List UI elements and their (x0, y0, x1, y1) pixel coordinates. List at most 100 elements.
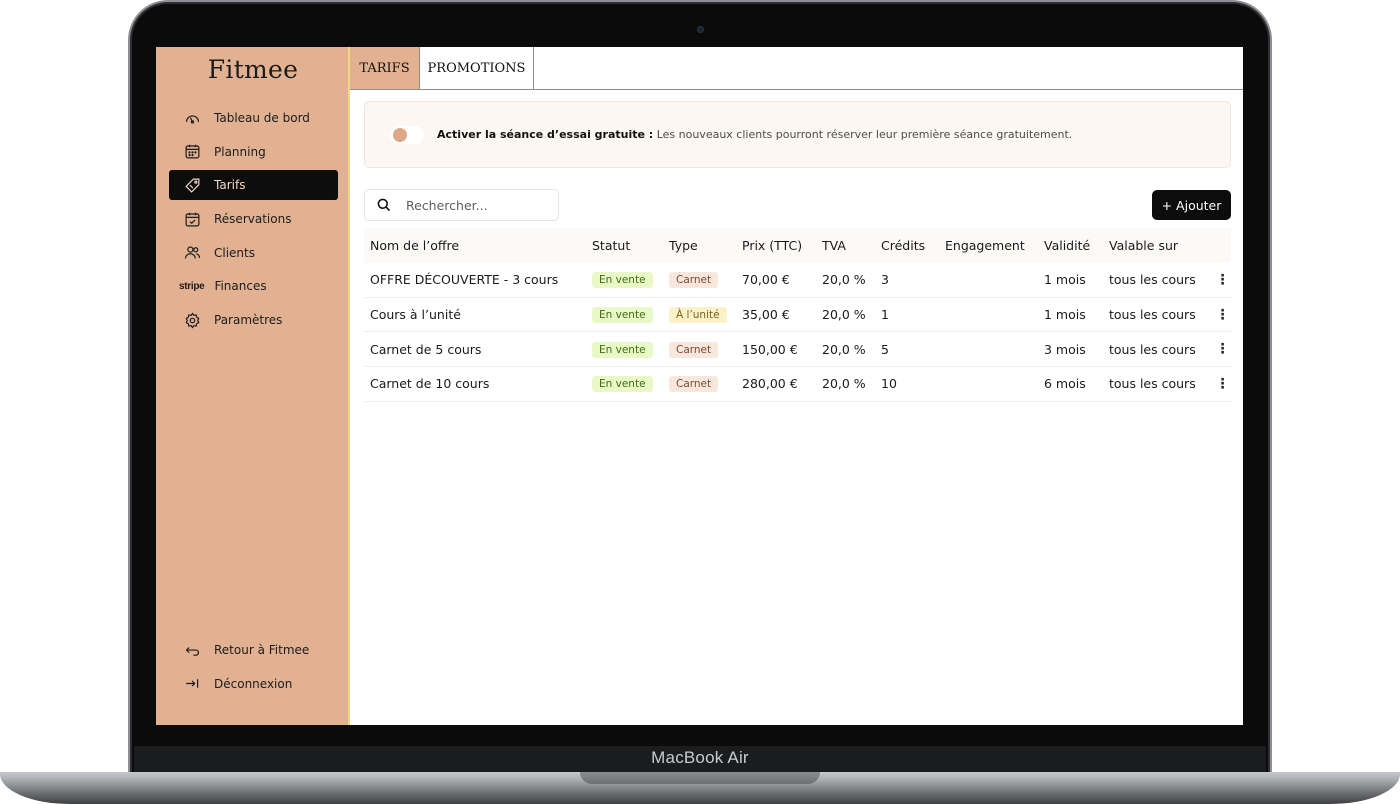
kebab-menu-icon: ⋮ (1215, 271, 1230, 288)
sidebar-item-label: Réservations (214, 212, 292, 227)
offer-price: 35,00 € (742, 307, 790, 323)
row-menu-button[interactable]: ⋮ (1208, 342, 1231, 356)
sidebar-item-label: Déconnexion (214, 676, 293, 691)
kebab-menu-icon: ⋮ (1215, 341, 1230, 358)
column-header-status[interactable]: Statut (586, 238, 663, 253)
row-menu-button[interactable]: ⋮ (1208, 308, 1231, 322)
status-cell: En vente (586, 341, 663, 358)
sidebar-item-logout[interactable]: Déconnexion (169, 669, 338, 699)
offer-price: 150,00 € (742, 341, 798, 357)
toggle-knob (393, 127, 407, 142)
column-header-name[interactable]: Nom de l’offre (364, 238, 586, 253)
offer-credits: 1 (881, 307, 889, 323)
status-badge: En vente (592, 272, 653, 289)
type-cell: Carnet (663, 341, 736, 358)
sidebar-item-label: Planning (214, 144, 266, 159)
free-trial-panel: Activer la séance d’essai gratuite : Les… (364, 101, 1231, 168)
type-badge: Carnet (669, 341, 719, 358)
type-cell: Carnet (663, 271, 736, 289)
sidebar-item-tarifs[interactable]: Tarifs (169, 170, 338, 201)
free-trial-toggle[interactable] (390, 125, 424, 144)
sidebar-nav: Tableau de bord Planning Tarifs Réservat… (169, 103, 338, 339)
sidebar: Fitmee Tableau de bord Planning Tarifs R… (156, 47, 350, 725)
status-badge: En vente (592, 307, 653, 324)
sidebar-item-parametres[interactable]: Paramètres (169, 305, 338, 335)
app-logo: Fitmee (207, 55, 299, 84)
status-cell: En vente (586, 306, 663, 324)
table-row[interactable]: OFFRE DÉCOUVERTE - 3 cours En vente Carn… (364, 263, 1231, 298)
column-header-vat[interactable]: TVA (816, 238, 875, 253)
sidebar-item-label: Clients (214, 245, 255, 260)
table-row[interactable]: Carnet de 10 cours En vente Carnet 280,0… (364, 367, 1231, 402)
column-header-valid-on[interactable]: Valable sur (1103, 238, 1208, 253)
table-row[interactable]: Carnet de 5 cours En vente Carnet 150,00… (364, 332, 1231, 368)
sidebar-item-label: Retour à Fitmee (214, 643, 310, 657)
sidebar-item-dashboard[interactable]: Tableau de bord (169, 103, 338, 133)
kebab-menu-icon: ⋮ (1215, 375, 1230, 392)
offer-name: Cours à l’unité (370, 307, 461, 323)
status-badge: En vente (592, 376, 653, 393)
tab-bar: TARIFS PROMOTIONS (350, 47, 1243, 90)
offer-validity: 1 mois (1044, 272, 1086, 288)
main-content: TARIFS PROMOTIONS Activer la séance d’es… (350, 47, 1243, 725)
sidebar-item-reservations[interactable]: Réservations (169, 204, 338, 234)
sidebar-item-planning[interactable]: Planning (169, 137, 338, 167)
price-tag-icon (183, 176, 201, 194)
offer-vat: 20,0 % (822, 307, 866, 323)
tab-promotions[interactable]: PROMOTIONS (420, 47, 534, 89)
status-cell: En vente (586, 271, 663, 289)
column-header-validity[interactable]: Validité (1038, 238, 1103, 253)
row-menu-button[interactable]: ⋮ (1208, 377, 1231, 391)
calendar-check-icon (183, 210, 201, 228)
users-icon (183, 244, 201, 262)
offer-credits: 3 (881, 272, 889, 288)
return-arrow-icon (183, 641, 201, 659)
type-cell: Carnet (663, 375, 736, 393)
laptop-notch (580, 772, 820, 784)
offer-vat: 20,0 % (822, 272, 866, 288)
offer-credits: 5 (881, 341, 889, 357)
camera-icon (697, 26, 704, 33)
sidebar-item-label: Finances (214, 279, 267, 294)
type-badge: Carnet (669, 376, 719, 393)
gear-icon (183, 311, 201, 329)
search-input[interactable] (406, 197, 546, 213)
sidebar-item-return[interactable]: Retour à Fitmee (169, 635, 338, 665)
offer-valid-on: tous les cours (1109, 307, 1196, 323)
offer-validity: 3 mois (1044, 341, 1086, 357)
table-header: Nom de l’offre Statut Type Prix (TTC) TV… (364, 228, 1231, 263)
table-row[interactable]: Cours à l’unité En vente À l’unité 35,00… (364, 298, 1231, 333)
column-header-type[interactable]: Type (663, 238, 736, 253)
type-badge: Carnet (669, 272, 719, 289)
row-menu-button[interactable]: ⋮ (1208, 273, 1231, 287)
offer-validity: 6 mois (1044, 376, 1086, 392)
free-trial-label: Activer la séance d’essai gratuite : (437, 128, 654, 141)
free-trial-text: Activer la séance d’essai gratuite : Les… (437, 128, 1072, 141)
column-header-engagement[interactable]: Engagement (939, 238, 1038, 253)
search-box[interactable] (364, 189, 559, 221)
sidebar-item-label: Tableau de bord (214, 111, 310, 125)
offer-valid-on: tous les cours (1109, 376, 1196, 392)
app-screen: Fitmee Tableau de bord Planning Tarifs R… (156, 47, 1243, 725)
offer-credits: 10 (881, 376, 897, 392)
status-cell: En vente (586, 375, 663, 393)
offer-vat: 20,0 % (822, 341, 866, 357)
offer-name: Carnet de 5 cours (370, 341, 482, 357)
sidebar-item-finances[interactable]: stripe Finances (169, 271, 338, 301)
column-header-price[interactable]: Prix (TTC) (736, 238, 816, 253)
stripe-icon: stripe (179, 280, 205, 292)
free-trial-description: Les nouveaux clients pourront réserver l… (656, 128, 1073, 141)
offer-valid-on: tous les cours (1109, 272, 1196, 288)
sidebar-item-label: Paramètres (214, 313, 283, 328)
offers-table: Nom de l’offre Statut Type Prix (TTC) TV… (364, 228, 1231, 402)
sidebar-item-clients[interactable]: Clients (169, 238, 338, 268)
offer-name: Carnet de 10 cours (370, 376, 490, 392)
sidebar-item-label: Tarifs (214, 178, 246, 193)
offer-vat: 20,0 % (822, 376, 866, 392)
kebab-menu-icon: ⋮ (1215, 306, 1230, 323)
gauge-icon (183, 109, 201, 127)
column-header-credits[interactable]: Crédits (875, 238, 939, 253)
add-offer-button[interactable]: + Ajouter (1152, 190, 1231, 220)
type-badge: À l’unité (669, 307, 727, 324)
tab-tarifs[interactable]: TARIFS (350, 47, 420, 89)
